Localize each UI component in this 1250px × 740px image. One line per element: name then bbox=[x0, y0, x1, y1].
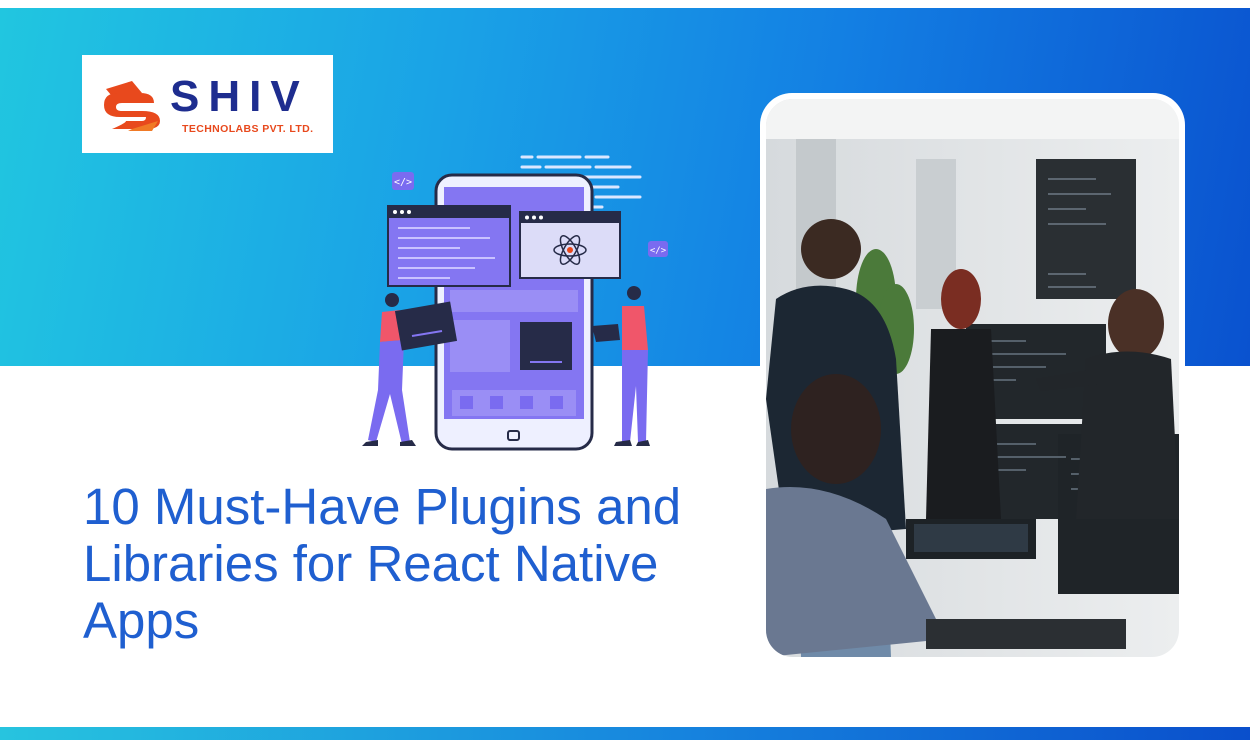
code-tag-icon: </> bbox=[392, 172, 414, 190]
photo-frame bbox=[760, 93, 1185, 663]
code-editor-window bbox=[387, 205, 511, 287]
app-development-illustration: </> </> bbox=[362, 155, 668, 451]
developer-figure-right bbox=[592, 286, 650, 446]
logo-tagline: TECHNOLABS PVT. LTD. bbox=[182, 123, 314, 135]
team-office-photo bbox=[766, 99, 1179, 657]
react-logo-window bbox=[519, 211, 621, 279]
svg-text:</>: </> bbox=[394, 177, 412, 188]
logo-wordmark: SHIV bbox=[170, 72, 309, 121]
logo-mark-icon bbox=[104, 81, 160, 131]
svg-text:</>: </> bbox=[650, 246, 667, 256]
article-title: 10 Must-Have Plugins and Libraries for R… bbox=[83, 478, 682, 649]
company-logo: SHIV TECHNOLABS PVT. LTD. bbox=[82, 55, 333, 153]
code-tag-icon: </> bbox=[648, 241, 668, 257]
footer-gradient-bar bbox=[0, 727, 1250, 740]
